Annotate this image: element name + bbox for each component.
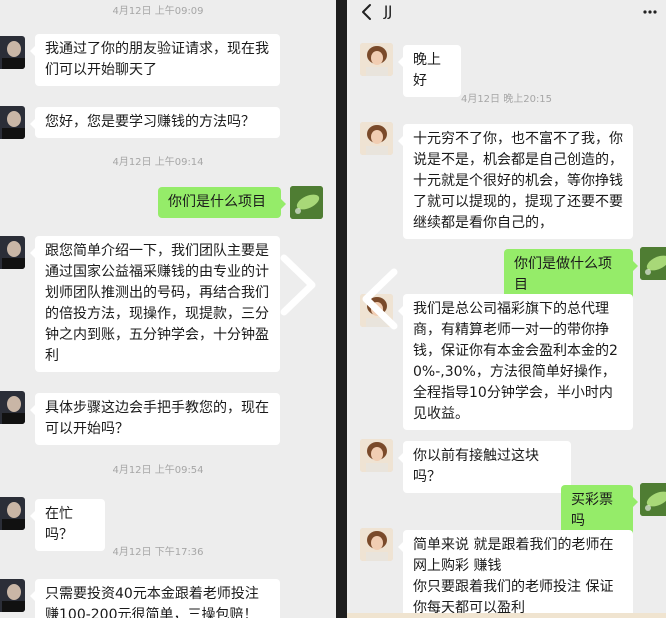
input-bar-edge — [347, 613, 666, 618]
avatar-leaf-icon — [640, 247, 666, 280]
avatar-person-icon — [2, 502, 25, 530]
contact-avatar[interactable] — [360, 122, 393, 155]
incoming-message[interactable]: 您好，您是要学习赚钱的方法吗？ — [30, 107, 280, 138]
panel-divider — [336, 0, 347, 618]
contact-avatar[interactable] — [0, 579, 25, 612]
avatar-person-icon — [2, 241, 25, 269]
contact-avatar[interactable] — [0, 236, 25, 269]
more-dots-icon[interactable] — [643, 5, 657, 19]
avatar-person-icon — [2, 111, 25, 139]
avatar-girl-icon — [360, 43, 393, 76]
incoming-message[interactable]: 只需要投资40元本金跟着老师投注赚100-200元很简单，三操包赔！ — [30, 579, 280, 618]
avatar-girl-icon — [360, 528, 393, 561]
incoming-message[interactable]: 晚上好 — [398, 45, 461, 97]
timestamp: 4月12日 下午17:36 — [112, 547, 204, 558]
incoming-message[interactable]: 在忙吗？ — [30, 499, 105, 551]
incoming-message[interactable]: 跟您简单介绍一下，我们团队主要是通过国家公益福采赚钱的由专业的计划师团队推测出的… — [30, 236, 280, 372]
timestamp: 4月12日 上午09:14 — [112, 157, 204, 168]
incoming-message[interactable]: 十元穷不了你，也不富不了我，你说是不是，机会都是自己创造的，十元就是个很好的机会… — [398, 124, 633, 239]
incoming-message[interactable]: 具体步骤这边会手把手教您的，现在可以开始吗？ — [30, 393, 280, 445]
chevron-left-icon[interactable] — [360, 268, 402, 330]
self-avatar[interactable] — [290, 186, 323, 219]
chat-title: JJ — [384, 4, 393, 20]
avatar-leaf-icon — [290, 186, 323, 219]
contact-avatar[interactable] — [360, 528, 393, 561]
avatar-girl-icon — [360, 122, 393, 155]
chat-header: JJ — [347, 0, 666, 24]
avatar-girl-icon — [360, 439, 393, 472]
chevron-left-icon[interactable] — [358, 3, 376, 21]
chevron-right-icon[interactable] — [276, 254, 318, 316]
right-chat-panel: JJ 晚上好 4月12日 晚上20:15 十元穷不了你，也不富不了我，你说是不是… — [347, 0, 666, 618]
timestamp: 4月12日 晚上20:15 — [460, 94, 553, 105]
incoming-message[interactable]: 简单来说 就是跟着我们的老师在网上购彩 赚钱 你只要跟着我们的老师投注 保证你每… — [398, 530, 633, 618]
self-avatar[interactable] — [640, 247, 666, 280]
contact-avatar[interactable] — [360, 439, 393, 472]
avatar-person-icon — [2, 41, 25, 69]
incoming-message[interactable]: 我们是总公司福彩旗下的总代理商，有精算老师一对一的带你挣钱，保证你有本金会盈利本… — [398, 294, 633, 430]
contact-avatar[interactable] — [360, 43, 393, 76]
incoming-message[interactable]: 我通过了你的朋友验证请求，现在我们可以开始聊天了 — [30, 34, 280, 86]
incoming-message[interactable]: 你以前有接触过这块吗？ — [398, 441, 571, 493]
self-avatar[interactable] — [640, 483, 666, 516]
timestamp: 4月12日 上午09:54 — [112, 465, 204, 476]
outgoing-message[interactable]: 你们是什么项目 — [158, 187, 286, 218]
left-chat-panel: 4月12日 上午09:09 我通过了你的朋友验证请求，现在我们可以开始聊天了 您… — [0, 0, 336, 618]
contact-avatar[interactable] — [0, 106, 25, 139]
contact-avatar[interactable] — [0, 36, 25, 69]
contact-avatar[interactable] — [0, 497, 25, 530]
avatar-person-icon — [2, 396, 25, 424]
avatar-leaf-icon — [640, 483, 666, 516]
contact-avatar[interactable] — [0, 391, 25, 424]
avatar-person-icon — [2, 584, 25, 612]
timestamp: 4月12日 上午09:09 — [112, 6, 204, 17]
